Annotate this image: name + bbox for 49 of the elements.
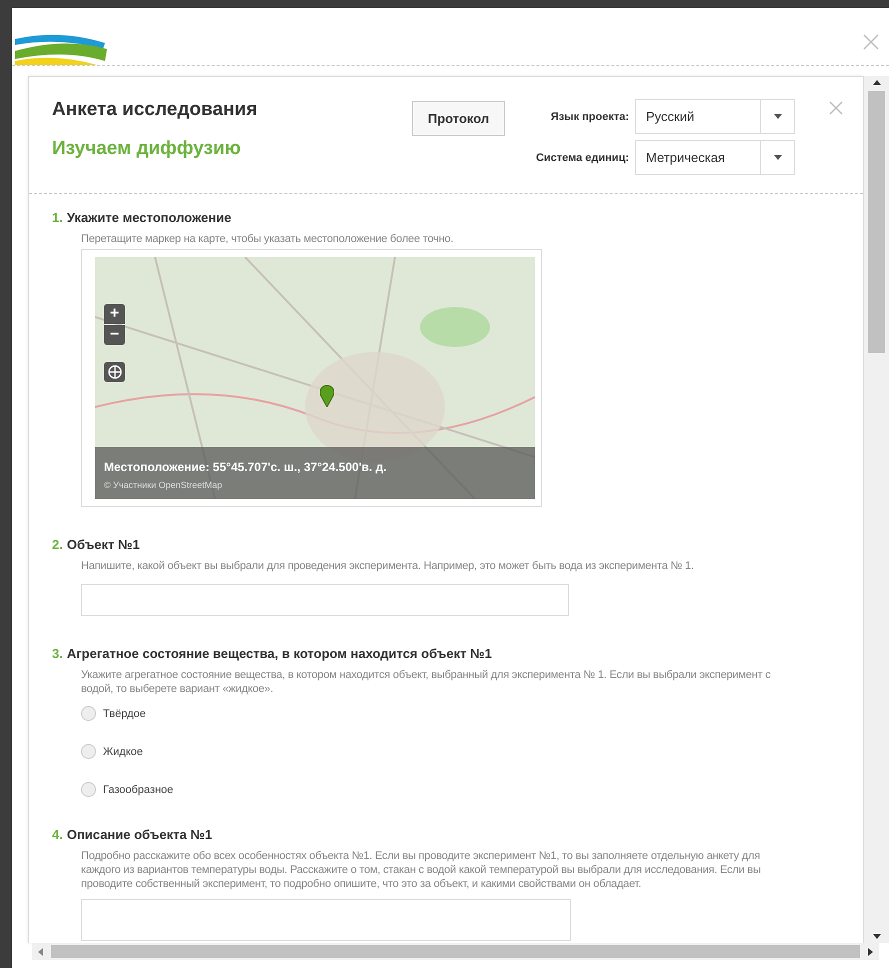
map-marker-icon[interactable] [320,385,334,407]
close-icon[interactable] [863,34,879,50]
project-title: Изучаем диффузию [52,138,242,160]
question-hint: Подробно расскажите обо всех особенностях объекта №1. Если вы проводите эксперимент №1, то вы заполняете отдельную анкету для каждого из вариантов температуры воды. Расскажите о том, стакан с водой какой температурой вы выбрали для исследования. Если вы проводите собственный эксперимент, то подробно опишите, что это за объект, и какими свойствами он обладает. [81,849,762,891]
question-number: 2. [52,537,63,552]
horizontal-scrollbar[interactable] [32,943,879,960]
dropdown-value: Русский [645,109,696,124]
scroll-left-icon[interactable] [38,948,43,956]
question-hint: Напишите, какой объект вы выбрали для проведения эксперимента. Например, это может быть вода из эксперимента № 1. [81,559,695,573]
location-text: Местоположение: 55°45.707'с. ш., 37°24.500'в. д. [104,460,388,474]
question-number: 4. [52,827,63,842]
setting-label: Система единиц: [536,152,629,164]
question-number: 1. [52,210,63,225]
scroll-up-icon[interactable] [872,80,880,85]
question-hint: Перетащите маркер на карте, чтобы указать местоположение более точно. [81,232,454,246]
question-number: 3. [52,646,63,661]
scroll-down-icon[interactable] [872,934,880,939]
form-title: Анкета исследования [52,99,258,121]
text-area[interactable] [81,899,571,941]
option-label: Газообразное [103,784,174,796]
radio-button[interactable] [81,782,96,797]
scroll-right-icon[interactable] [868,948,873,956]
radio-button[interactable] [81,706,96,721]
zoom-in-button[interactable]: + [104,304,125,324]
locate-button[interactable] [104,362,125,382]
option-label: Жидкое [103,746,143,758]
question-title: Укажите местоположение [66,210,232,225]
zoom-out-button[interactable]: − [104,325,125,345]
question-title: Объект №1 [66,537,140,552]
question-title: Агрегатное состояние вещества, в котором находится объект №1 [66,646,492,661]
radio-button[interactable] [81,744,96,759]
dropdown[interactable]: Метрическая [635,140,795,175]
map-placeholder[interactable]: + − Местоположение: 55°45.707'с. ш., 37°24.500'в. д. © Участники OpenStreetMap [95,257,535,499]
crosshair-icon [108,365,122,379]
setting-label: Язык проекта: [550,110,629,122]
dropdown-value: Метрическая [645,150,726,165]
caret-icon [774,114,782,119]
map-attribution: © Участники OpenStreetMap [104,480,224,490]
vertical-scrollbar[interactable] [864,76,889,943]
scrollbar-thumb[interactable] [868,91,885,353]
caret-icon [774,155,782,160]
question-title: Описание объекта №1 [66,827,212,842]
option-label: Твёрдое [103,708,146,720]
text-input[interactable] [81,584,569,616]
protocol-button[interactable]: Протокол [412,101,505,136]
scrollbar-thumb[interactable] [51,945,860,958]
close-icon[interactable] [829,101,843,115]
question-hint: Укажите агрегатное состояние вещества, в котором находится объект, выбранный для эксперимента № 1. Если вы выбрали эксперимент с водой, то выберете вариант «жидкое». [81,668,772,696]
dropdown[interactable]: Русский [635,99,795,134]
